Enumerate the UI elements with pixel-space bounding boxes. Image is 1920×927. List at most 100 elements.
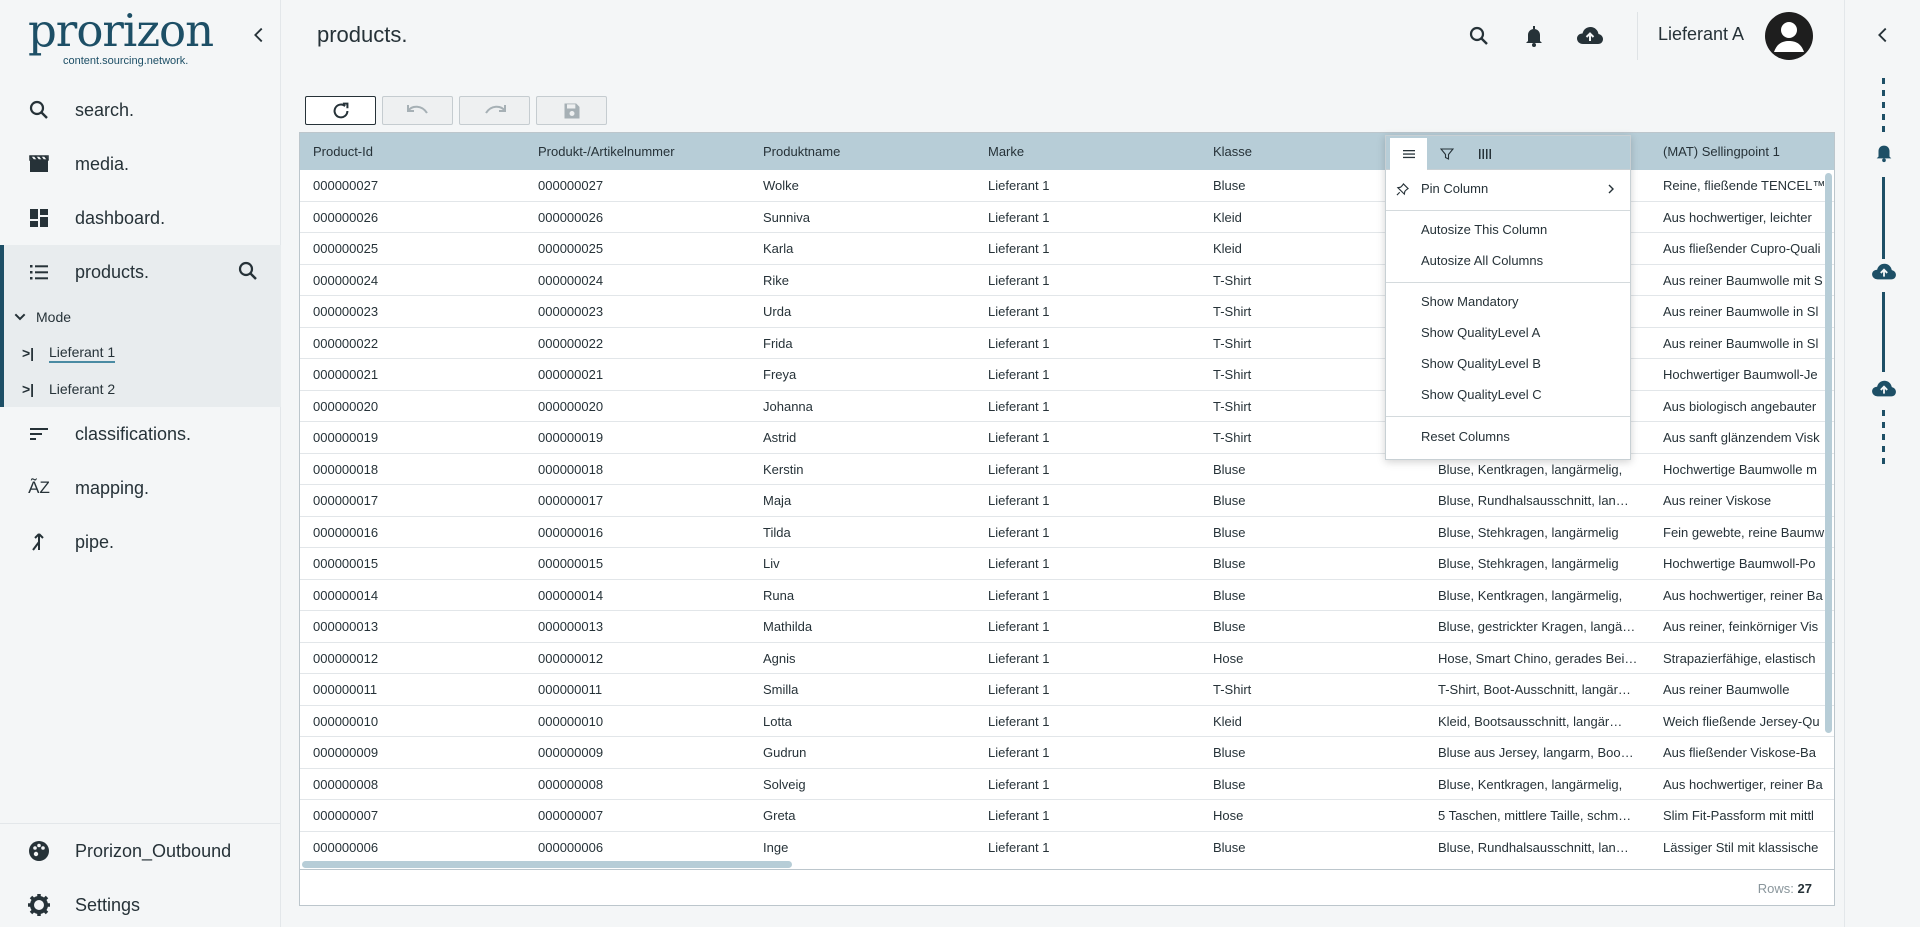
table-cell[interactable]: Aus reiner Viskose: [1650, 485, 1834, 517]
table-cell[interactable]: 000000020: [525, 391, 750, 423]
table-cell[interactable]: 000000012: [525, 643, 750, 675]
table-cell[interactable]: Lieferant 1: [975, 391, 1200, 423]
horizontal-scroll-thumb[interactable]: [302, 861, 792, 868]
table-cell[interactable]: Lieferant 1: [975, 737, 1200, 769]
table-cell[interactable]: Aus reiner Baumwolle in Sl: [1650, 328, 1834, 360]
menu-item-show-quality-a[interactable]: Show QualityLevel A: [1386, 318, 1630, 348]
table-cell[interactable]: Lieferant 1: [975, 454, 1200, 486]
table-cell[interactable]: Mathilda: [750, 611, 975, 643]
table-cell[interactable]: 000000013: [525, 611, 750, 643]
table-cell[interactable]: 000000008: [525, 769, 750, 801]
table-cell[interactable]: Reine, fließende TENCEL™: [1650, 170, 1834, 202]
table-cell[interactable]: Kerstin: [750, 454, 975, 486]
save-button[interactable]: [536, 96, 607, 125]
nav-item-dashboard[interactable]: dashboard.: [0, 191, 281, 245]
table-cell[interactable]: Bluse: [1200, 737, 1425, 769]
table-cell[interactable]: Hose: [1200, 800, 1425, 832]
table-cell[interactable]: 000000019: [525, 422, 750, 454]
table-cell[interactable]: 000000026: [300, 202, 525, 234]
table-cell[interactable]: 000000021: [300, 359, 525, 391]
expand-rail-button[interactable]: [1872, 24, 1894, 46]
table-cell[interactable]: 000000018: [300, 454, 525, 486]
cloud-upload-icon[interactable]: [1576, 22, 1604, 50]
table-cell[interactable]: 000000027: [300, 170, 525, 202]
nav-item-search[interactable]: search.: [0, 83, 281, 137]
table-cell[interactable]: 000000022: [525, 328, 750, 360]
table-row[interactable]: 000000012 000000012 Agnis Lieferant 1 Hose Ho…: [300, 642, 1834, 675]
table-cell[interactable]: 000000013: [300, 611, 525, 643]
table-cell[interactable]: Lieferant 1: [975, 170, 1200, 202]
table-cell[interactable]: Hose, Smart Chino, gerades Bei…: [1425, 643, 1650, 675]
table-cell[interactable]: Hose: [1200, 643, 1425, 675]
table-cell[interactable]: Hochwertiger Baumwoll-Je: [1650, 359, 1834, 391]
table-cell[interactable]: Aus reiner Baumwolle: [1650, 674, 1834, 706]
table-cell[interactable]: Wolke: [750, 170, 975, 202]
table-cell[interactable]: Lieferant 1: [975, 296, 1200, 328]
table-cell[interactable]: Bluse: [1200, 769, 1425, 801]
menu-item-show-quality-c[interactable]: Show QualityLevel C: [1386, 380, 1630, 410]
table-cell[interactable]: 000000009: [525, 737, 750, 769]
table-cell[interactable]: Bluse: [1200, 485, 1425, 517]
table-row[interactable]: 000000015 000000015 Liv Lieferant 1 Bluse Blu…: [300, 548, 1834, 580]
nav-item-mapping[interactable]: ÃZ mapping.: [0, 461, 281, 515]
table-cell[interactable]: Lässiger Stil mit klassische: [1650, 832, 1834, 860]
table-cell[interactable]: Weich fließende Jersey-Qu: [1650, 706, 1834, 738]
table-cell[interactable]: Aus hochwertiger, reiner Ba: [1650, 580, 1834, 612]
table-cell[interactable]: Bluse: [1200, 580, 1425, 612]
table-cell[interactable]: Maja: [750, 485, 975, 517]
column-header-product-id[interactable]: Product-Id: [300, 133, 525, 170]
table-cell[interactable]: 000000017: [300, 485, 525, 517]
table-cell[interactable]: 000000021: [525, 359, 750, 391]
column-header-product-name[interactable]: Produktname: [750, 133, 975, 170]
table-cell[interactable]: 000000025: [300, 233, 525, 265]
table-cell[interactable]: 000000011: [300, 674, 525, 706]
table-row[interactable]: 000000011 000000011 Smilla Lieferant 1 T-Shi…: [300, 674, 1834, 706]
table-cell[interactable]: Kleid: [1200, 706, 1425, 738]
table-cell[interactable]: 000000015: [525, 548, 750, 580]
table-cell[interactable]: Aus reiner Baumwolle in Sl: [1650, 296, 1834, 328]
table-cell[interactable]: 000000006: [525, 832, 750, 860]
table-cell[interactable]: T-Shirt: [1200, 674, 1425, 706]
table-cell[interactable]: Bluse aus Jersey, langarm, Boo…: [1425, 737, 1650, 769]
table-cell[interactable]: Gudrun: [750, 737, 975, 769]
rail-cloud-upload-icon-2[interactable]: [1871, 376, 1897, 402]
table-cell[interactable]: Lieferant 1: [975, 202, 1200, 234]
table-cell[interactable]: Lieferant 1: [975, 706, 1200, 738]
menu-item-pin-column[interactable]: Pin Column: [1386, 174, 1630, 204]
column-header-sellingpoint-1[interactable]: (MAT) Sellingpoint 1: [1650, 133, 1834, 170]
table-cell[interactable]: Kleid, Bootsausschnitt, langär…: [1425, 706, 1650, 738]
menu-item-show-mandatory[interactable]: Show Mandatory: [1386, 287, 1630, 317]
nav-item-outbound[interactable]: Prorizon_Outbound: [0, 824, 281, 878]
table-cell[interactable]: Aus fließender Cupro-Quali: [1650, 233, 1834, 265]
table-cell[interactable]: Bluse, Kentkragen, langärmelig,: [1425, 769, 1650, 801]
table-row[interactable]: 000000008 000000008 Solveig Lieferant 1 Blus…: [300, 768, 1834, 801]
table-cell[interactable]: Lieferant 1: [975, 769, 1200, 801]
table-cell[interactable]: 000000006: [300, 832, 525, 860]
column-header-brand[interactable]: Marke: [975, 133, 1200, 170]
table-row[interactable]: 000000006 000000006 Inge Lieferant 1 Bluse Bl…: [300, 831, 1834, 860]
avatar[interactable]: [1765, 12, 1813, 60]
table-cell[interactable]: Bluse: [1200, 832, 1425, 860]
table-cell[interactable]: 000000024: [525, 265, 750, 297]
table-cell[interactable]: 000000022: [300, 328, 525, 360]
table-cell[interactable]: 000000014: [525, 580, 750, 612]
table-cell[interactable]: Bluse, Rundhalsausschnitt, lan…: [1425, 832, 1650, 860]
table-cell[interactable]: Lieferant 1: [975, 233, 1200, 265]
table-cell[interactable]: 000000023: [300, 296, 525, 328]
table-cell[interactable]: Tilda: [750, 517, 975, 549]
table-cell[interactable]: Agnis: [750, 643, 975, 675]
table-cell[interactable]: 000000014: [300, 580, 525, 612]
table-cell[interactable]: 000000016: [300, 517, 525, 549]
table-cell[interactable]: Lieferant 1: [975, 800, 1200, 832]
table-cell[interactable]: Lieferant 1: [975, 674, 1200, 706]
table-cell[interactable]: 000000023: [525, 296, 750, 328]
table-cell[interactable]: Sunniva: [750, 202, 975, 234]
table-cell[interactable]: T-Shirt, Boot-Ausschnitt, langär…: [1425, 674, 1650, 706]
table-cell[interactable]: Lieferant 1: [975, 643, 1200, 675]
table-cell[interactable]: Bluse, Stehkragen, langärmelig: [1425, 548, 1650, 580]
table-cell[interactable]: 000000007: [525, 800, 750, 832]
table-cell[interactable]: Karla: [750, 233, 975, 265]
menu-item-show-quality-b[interactable]: Show QualityLevel B: [1386, 349, 1630, 379]
nav-item-classifications[interactable]: classifications.: [0, 407, 281, 461]
table-cell[interactable]: Bluse, gestrickter Kragen, langä…: [1425, 611, 1650, 643]
